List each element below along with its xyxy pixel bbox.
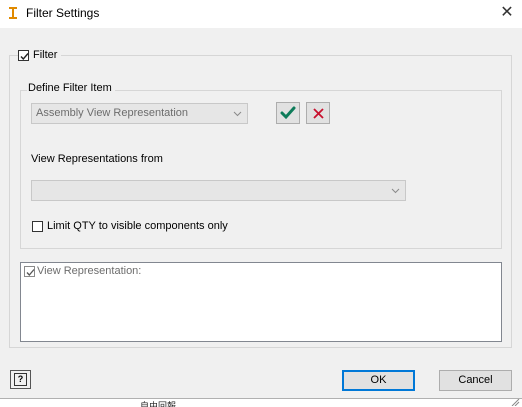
cancel-button[interactable]: Cancel: [439, 370, 512, 391]
view-representation-label: View Representation:: [37, 265, 142, 277]
chevron-down-icon: [391, 181, 400, 207]
help-button[interactable]: ?: [10, 370, 31, 389]
view-representations-combo[interactable]: [31, 180, 406, 201]
views-from-label: View Representations from: [31, 153, 163, 165]
filter-item-combo[interactable]: Assembly View Representation: [31, 103, 248, 124]
limit-qty-label: Limit QTY to visible components only: [47, 220, 228, 232]
limit-qty-checkbox[interactable]: [32, 220, 43, 232]
close-icon: ✕: [500, 4, 514, 21]
filter-checkbox[interactable]: [18, 49, 29, 61]
ok-button[interactable]: OK: [342, 370, 415, 391]
filter-label: Filter: [33, 49, 58, 61]
app-icon: [9, 7, 17, 19]
filter-item-value: Assembly View Representation: [36, 107, 189, 119]
checkmark-icon: [280, 106, 296, 120]
filter-legend: Filter: [18, 48, 62, 62]
x-icon: [312, 107, 324, 119]
view-representation-header: View Representation:: [24, 265, 141, 277]
resize-grip-icon[interactable]: [510, 398, 520, 406]
view-representation-checkbox[interactable]: [24, 265, 35, 277]
clear-filter-button[interactable]: [306, 102, 330, 124]
close-button[interactable]: ✕: [492, 0, 522, 26]
title-bar: Filter Settings ✕: [0, 0, 522, 28]
define-filter-legend: Define Filter Item: [27, 82, 115, 94]
help-icon: ?: [14, 373, 27, 386]
limit-qty-row[interactable]: Limit QTY to visible components only: [32, 220, 228, 232]
apply-filter-button[interactable]: [276, 102, 300, 124]
window-title: Filter Settings: [26, 6, 100, 20]
chevron-down-icon: [233, 104, 242, 130]
